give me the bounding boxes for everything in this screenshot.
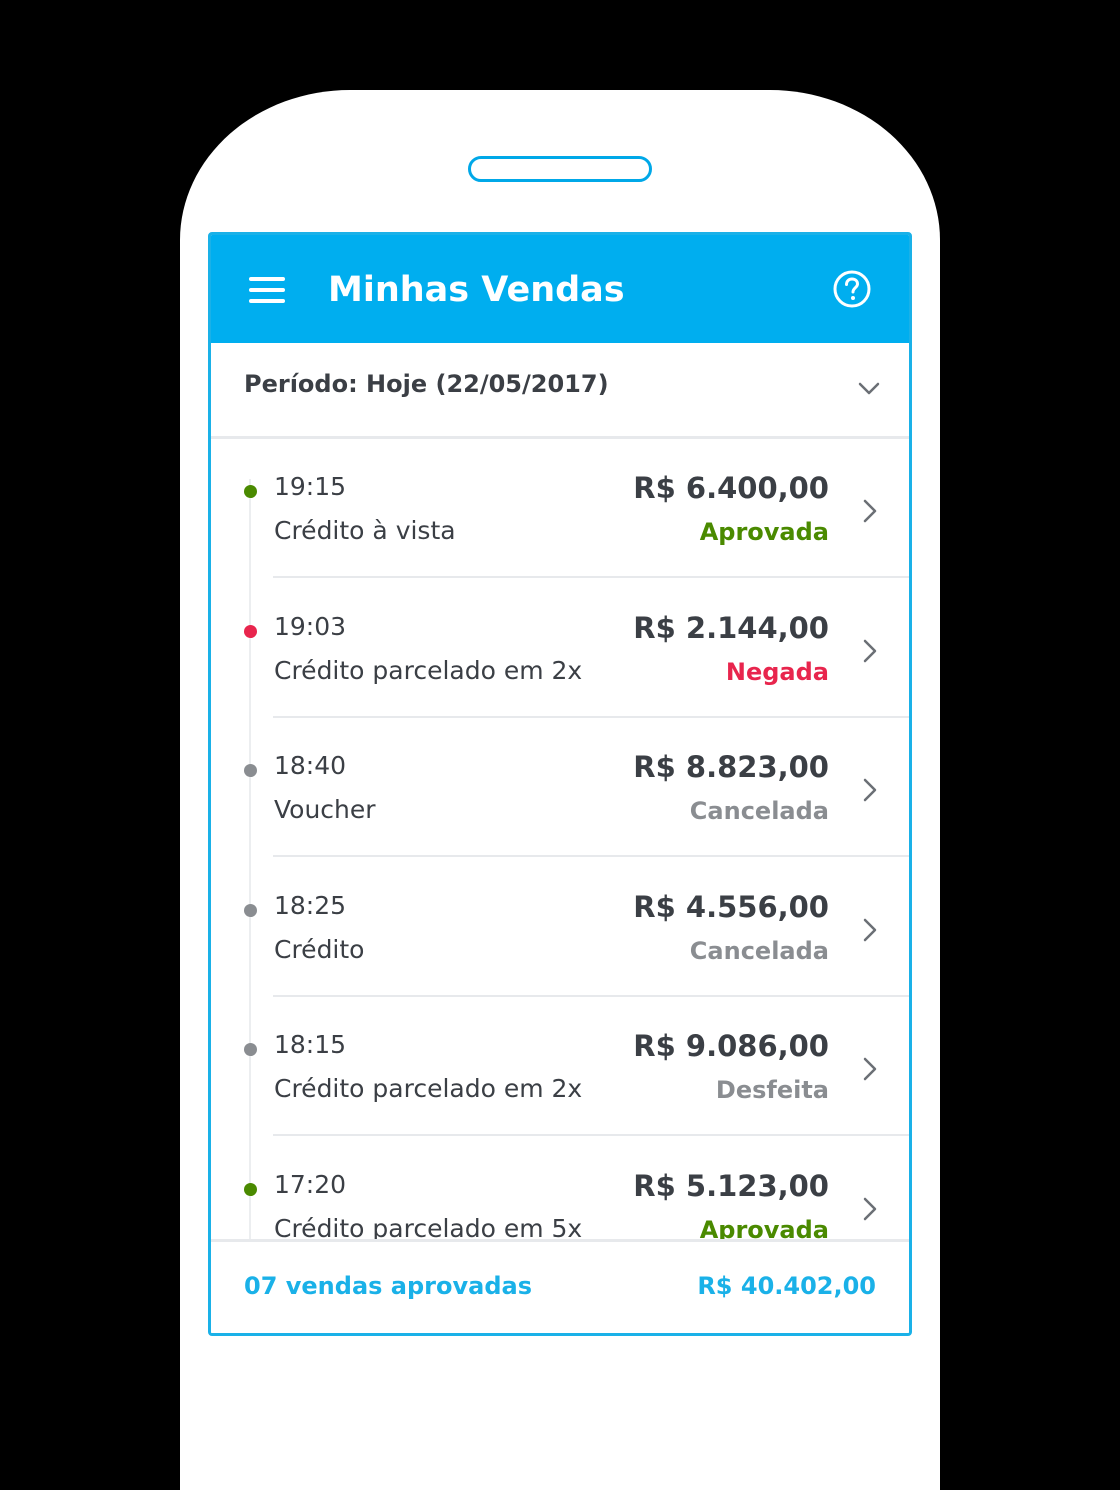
status-dot [244, 485, 257, 498]
app-screen: Minhas Vendas Período: Hoje (22/05/2017)… [208, 232, 912, 1336]
status-dot [244, 764, 257, 777]
sale-list-item[interactable]: 18:15 Crédito parcelado em 2x R$ 9.086,00 D… [211, 997, 909, 1136]
sale-time: 18:40 [274, 751, 347, 780]
chevron-right-icon [863, 1057, 877, 1081]
approved-sales-count: 07 vendas aprovadas [244, 1272, 532, 1300]
sale-list-item[interactable]: 19:15 Crédito à vista R$ 6.400,00 Aprovada [211, 439, 909, 578]
summary-footer: 07 vendas aprovadas R$ 40.402,00 [211, 1239, 909, 1333]
status-dot [244, 624, 257, 638]
sale-payment-type: Crédito [274, 934, 365, 964]
sale-list-item[interactable]: 17:20 Crédito parcelado em 5x R$ 5.123,00 A… [211, 1137, 909, 1240]
help-circle-icon[interactable] [832, 269, 872, 309]
hamburger-menu-icon[interactable] [249, 277, 285, 303]
sale-status: Aprovada [699, 1215, 829, 1240]
page-title: Minhas Vendas [328, 270, 625, 310]
sale-status: Aprovada [699, 518, 829, 546]
chevron-down-icon [858, 382, 880, 395]
sale-amount: R$ 9.086,00 [633, 1029, 829, 1063]
sale-time: 18:15 [274, 1030, 347, 1059]
sale-amount: R$ 8.823,00 [633, 750, 829, 784]
sale-amount: R$ 6.400,00 [633, 471, 829, 505]
chevron-right-icon [863, 1197, 877, 1220]
phone-speaker [468, 156, 652, 182]
sale-list-item[interactable]: 18:40 Voucher R$ 8.823,00 Cancelada [211, 718, 909, 857]
approved-sales-total: R$ 40.402,00 [697, 1272, 876, 1300]
sale-payment-type: Crédito à vista [274, 516, 456, 545]
sale-status: Cancelada [689, 797, 829, 825]
sale-payment-type: Crédito parcelado em 2x [274, 1074, 583, 1103]
sale-amount: R$ 5.123,00 [633, 1168, 829, 1203]
sale-time: 17:20 [274, 1169, 347, 1199]
sale-status: Desfeita [715, 1076, 829, 1104]
sale-list-item[interactable]: 18:25 Crédito R$ 4.556,00 Cancelada [211, 858, 909, 997]
sale-status: Cancelada [689, 936, 829, 965]
status-dot [244, 903, 257, 917]
period-selector[interactable]: Período: Hoje (22/05/2017) [211, 343, 909, 439]
sale-payment-type: Crédito parcelado em 5x [274, 1213, 583, 1240]
sale-status: Negada [725, 657, 829, 686]
sale-time: 18:25 [274, 890, 347, 920]
sale-amount: R$ 2.144,00 [633, 610, 829, 645]
chevron-right-icon [863, 778, 877, 802]
sales-list[interactable]: 19:15 Crédito à vista R$ 6.400,00 Aprovada 1… [211, 439, 909, 1239]
sale-time: 19:15 [274, 472, 347, 501]
period-label: Período: Hoje (22/05/2017) [244, 370, 609, 398]
sale-list-item[interactable]: 19:03 Crédito parcelado em 2x R$ 2.144,00 N… [211, 579, 909, 718]
status-dot [244, 1043, 257, 1056]
sale-payment-type: Crédito parcelado em 2x [274, 655, 583, 685]
sale-amount: R$ 4.556,00 [633, 889, 829, 924]
chevron-right-icon [863, 918, 877, 941]
status-dot [244, 1182, 257, 1196]
app-bar: Minhas Vendas [211, 235, 909, 343]
sale-time: 19:03 [274, 611, 347, 641]
chevron-right-icon [863, 499, 877, 523]
sale-payment-type: Voucher [274, 795, 376, 824]
chevron-right-icon [863, 639, 877, 662]
